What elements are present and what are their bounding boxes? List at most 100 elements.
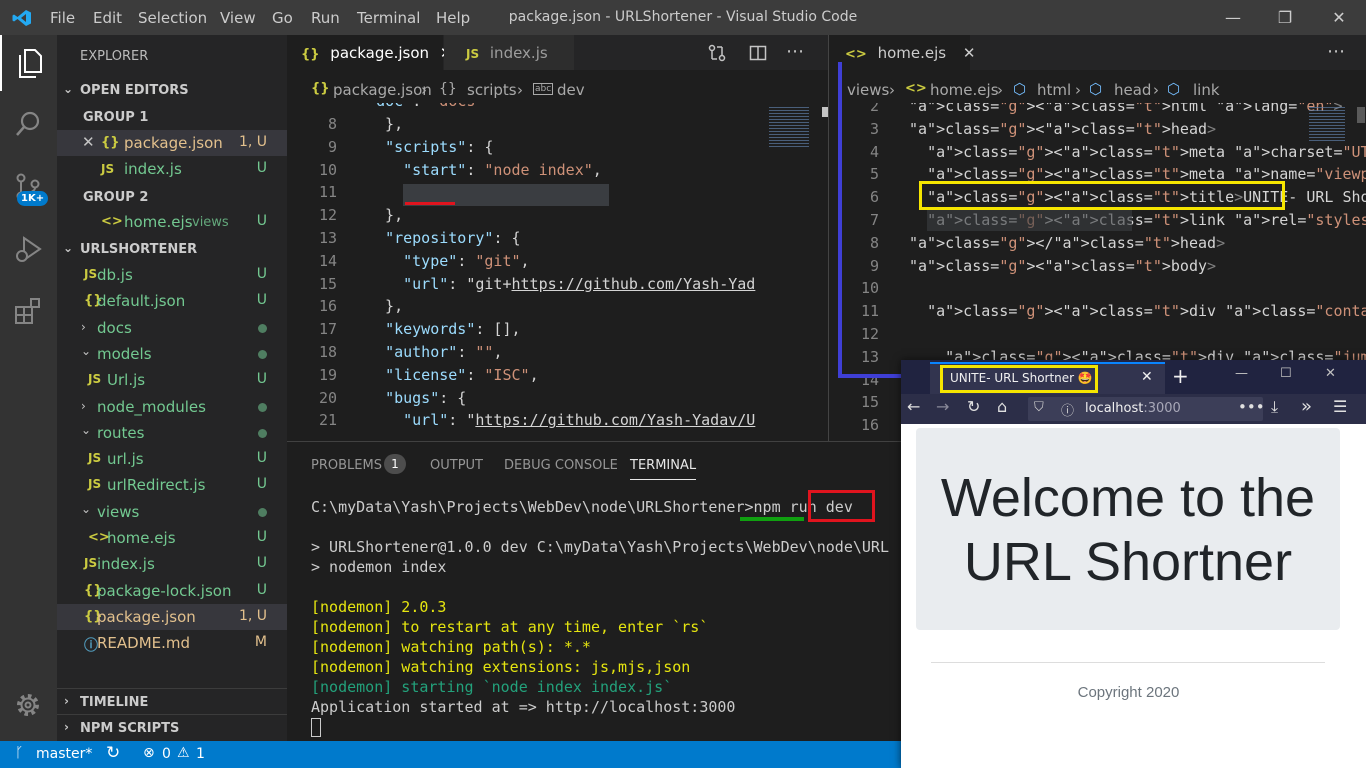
tree-item[interactable]: JS urlRedirect.js U	[57, 472, 287, 498]
browser-maximize-button[interactable]: ☐	[1280, 366, 1292, 381]
browser-close-button[interactable]: ✕	[1325, 366, 1336, 381]
menu-help[interactable]: Help	[436, 9, 470, 27]
open-editor-index-js[interactable]: JS index.js U	[57, 156, 287, 182]
close-window-button[interactable]: ✕	[1316, 0, 1362, 35]
branch-name[interactable]: master*	[36, 746, 92, 762]
browser-tab[interactable]: UNITE- URL Shortner 🤩 ✕	[930, 362, 1165, 394]
tree-item[interactable]: {} package-lock.json U	[57, 578, 287, 604]
code-area-1[interactable]: "doc": "docs" 8 9 10 11 12 13 14 15 16 17 18 19 20 21…	[287, 103, 828, 441]
tree-item-label: package-lock.json	[97, 581, 232, 600]
js-file-icon: JS	[466, 47, 480, 61]
red-underline-annotation	[405, 202, 455, 205]
compare-changes-icon[interactable]	[708, 44, 726, 62]
minimize-button[interactable]: —	[1210, 0, 1256, 35]
new-tab-button[interactable]: +	[1172, 364, 1189, 388]
minimap-content	[769, 107, 809, 147]
tree-item[interactable]: JS index.js U	[57, 551, 287, 577]
warning-count[interactable]: 1	[196, 746, 205, 762]
terminal-output[interactable]: C:\myData\Yash\Projects\WebDev\node\URLS…	[287, 482, 901, 742]
tree-item[interactable]: <> home.ejs U	[57, 525, 287, 551]
split-editor-icon[interactable]	[749, 44, 767, 62]
run-debug-activity[interactable]	[0, 221, 57, 277]
open-editor-package-json[interactable]: ✕ {} package.json 1, U	[57, 130, 287, 156]
breadcrumb-item[interactable]: link	[1193, 81, 1220, 99]
tree-item[interactable]: › node_modules	[57, 394, 287, 420]
search-activity[interactable]	[0, 97, 57, 153]
shield-icon: ⛉	[1034, 400, 1044, 415]
tree-item[interactable]: JS url.js U	[57, 446, 287, 472]
js-file-icon: JS	[84, 556, 98, 571]
error-count[interactable]: 0	[162, 746, 171, 762]
open-editors-section[interactable]: ⌄ OPEN EDITORS	[57, 77, 287, 103]
download-icon[interactable]: ⤓	[1271, 397, 1278, 417]
line-number: 15	[860, 393, 879, 412]
menu-go[interactable]: Go	[272, 9, 293, 27]
menu-selection[interactable]: Selection	[138, 9, 207, 27]
breadcrumb-item[interactable]: html	[1037, 81, 1071, 99]
tab-terminal[interactable]: TERMINAL	[630, 458, 697, 480]
git-status-badge: U	[256, 476, 267, 493]
file-name: home.ejs	[124, 213, 193, 231]
tab-problems[interactable]: PROBLEMS	[311, 458, 382, 473]
hamburger-menu-icon[interactable]: ☰	[1333, 397, 1347, 416]
search-icon	[16, 111, 40, 136]
timeline-section[interactable]: › TIMELINE	[57, 688, 287, 714]
close-icon[interactable]: ✕	[963, 44, 976, 62]
tree-item[interactable]: ⌄ routes	[57, 420, 287, 446]
menu-view[interactable]: View	[220, 9, 256, 27]
menu-terminal[interactable]: Terminal	[357, 9, 420, 27]
tree-item[interactable]: ⓘ README.md M	[57, 630, 287, 656]
project-section[interactable]: ⌄ URLSHORTENER	[57, 236, 287, 262]
line-number: 17	[318, 320, 337, 339]
npm-scripts-section[interactable]: › NPM SCRIPTS	[57, 714, 287, 740]
tab-debug-console[interactable]: DEBUG CONSOLE	[504, 458, 618, 473]
more-actions-icon[interactable]: ⋯	[786, 41, 804, 62]
menu-run[interactable]: Run	[311, 9, 340, 27]
home-icon[interactable]: ⌂	[997, 397, 1007, 416]
breadcrumb-item[interactable]: head	[1114, 81, 1151, 99]
page-actions-icon[interactable]: •••	[1238, 398, 1265, 416]
extensions-activity[interactable]	[0, 283, 57, 339]
menu-file[interactable]: File	[50, 9, 75, 27]
tree-item[interactable]: ⌄ views	[57, 499, 287, 525]
breadcrumb-item[interactable]: scripts	[467, 81, 517, 99]
red-box-annotation	[808, 490, 875, 522]
manage-activity[interactable]	[0, 678, 57, 734]
breadcrumb-item[interactable]: package.json	[333, 81, 432, 99]
more-actions-icon[interactable]: ⋯	[1327, 41, 1345, 62]
sync-icon[interactable]: ↻	[106, 743, 120, 763]
url-bar[interactable]: ⛉ ⓘ localhost:3000 •••	[1028, 397, 1265, 421]
tab-output[interactable]: OUTPUT	[430, 458, 483, 473]
tree-item[interactable]: JS Url.js U	[57, 367, 287, 393]
forward-icon[interactable]: →	[936, 397, 949, 416]
tree-item[interactable]: {} package.json 1, U	[57, 603, 287, 630]
tree-item[interactable]: {} default.json U	[57, 288, 287, 314]
source-control-activity[interactable]: 1K+	[0, 159, 57, 215]
browser-minimize-button[interactable]: —	[1235, 366, 1248, 381]
minimap[interactable]	[761, 103, 821, 441]
git-status-badge: U	[256, 581, 267, 598]
close-icon[interactable]: ✕	[1141, 369, 1153, 385]
tab-index-js[interactable]: JS index.js	[444, 35, 574, 70]
close-icon[interactable]: ✕	[82, 133, 95, 151]
breadcrumb-item[interactable]: home.ejs	[930, 81, 999, 99]
tree-item[interactable]: JS db.js U	[57, 262, 287, 288]
reload-icon[interactable]: ↻	[967, 397, 980, 416]
explorer-activity[interactable]	[0, 35, 57, 91]
overflow-icon[interactable]: »	[1301, 396, 1312, 417]
back-icon[interactable]: ←	[907, 397, 920, 416]
scrollbar-thumb[interactable]	[1357, 107, 1365, 123]
chevron-right-icon: ›	[517, 81, 523, 99]
tree-item-label: Url.js	[107, 371, 146, 390]
js-file-icon: JS	[84, 267, 98, 281]
tree-item[interactable]: › docs	[57, 315, 287, 341]
breadcrumb-item[interactable]: dev	[557, 81, 585, 99]
tab-package-json[interactable]: {} package.json ✕	[287, 35, 452, 70]
code-line: "doc": "docs"	[349, 103, 484, 113]
tree-item[interactable]: ⌄ models	[57, 341, 287, 367]
open-editor-home-ejs[interactable]: <> home.ejs views U	[57, 209, 287, 235]
chevron-right-icon: ›	[64, 694, 69, 708]
tree-item-label: url.js	[107, 450, 144, 469]
menu-edit[interactable]: Edit	[93, 9, 122, 27]
restore-button[interactable]: ❐	[1262, 0, 1308, 35]
